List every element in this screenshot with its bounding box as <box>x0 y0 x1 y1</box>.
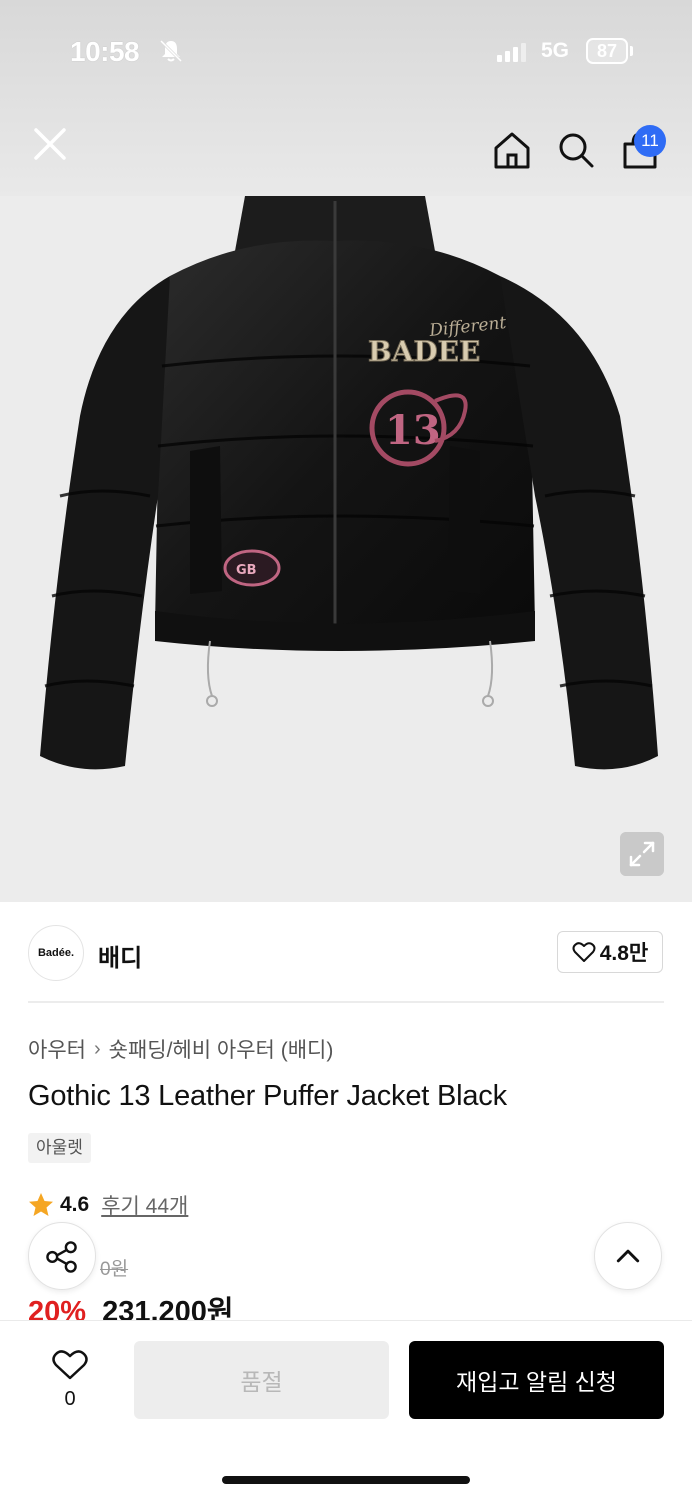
breadcrumb: 아우터 › 숏패딩/헤비 아우터 (배디) <box>28 1034 333 1064</box>
svg-text:GB: GB <box>236 563 257 578</box>
battery-nub <box>630 46 633 56</box>
status-time: 10:58 <box>70 36 140 67</box>
search-icon[interactable] <box>556 130 596 170</box>
restock-alert-button[interactable]: 재입고 알림 신청 <box>409 1341 664 1419</box>
original-price: 0원 <box>100 1259 129 1280</box>
divider <box>28 1001 664 1003</box>
network-type: 5G <box>541 39 570 62</box>
brand-logo[interactable]: Badée. <box>28 925 84 981</box>
scroll-top-icon[interactable] <box>594 1222 662 1290</box>
expand-image-icon[interactable] <box>620 832 664 876</box>
cart-count-badge: 11 <box>634 125 666 157</box>
battery-indicator: 87 <box>586 38 628 64</box>
outlet-tag: 아울렛 <box>28 1133 91 1163</box>
rating-score: 4.6 <box>60 1193 90 1216</box>
home-icon[interactable] <box>492 130 532 170</box>
wishlist-count: 0 <box>64 1388 76 1410</box>
close-icon[interactable] <box>28 122 72 166</box>
product-title: Gothic 13 Leather Puffer Jacket Black <box>28 1080 507 1112</box>
svg-text:13: 13 <box>385 407 441 454</box>
heart-icon <box>572 942 596 962</box>
star-icon <box>29 1193 53 1216</box>
breadcrumb-item-outer[interactable]: 아우터 <box>28 1034 86 1064</box>
brand-like-count: 4.8만 <box>599 942 649 965</box>
breadcrumb-item-category[interactable]: 숏패딩/헤비 아우터 (배디) <box>109 1034 334 1064</box>
svg-text:BADEE: BADEE <box>368 335 480 368</box>
soldout-button[interactable]: 품절 <box>134 1341 389 1419</box>
share-icon[interactable] <box>28 1222 96 1290</box>
rating-row: 4.6 후기 44개 <box>28 1190 188 1220</box>
signal-strength-icon <box>497 42 526 62</box>
brand-like-button[interactable]: 4.8만 <box>557 931 663 973</box>
chevron-right-icon: › <box>93 1037 101 1060</box>
silent-mode-icon <box>159 39 183 63</box>
home-indicator[interactable] <box>222 1476 470 1484</box>
review-count-link[interactable]: 후기 44개 <box>101 1190 188 1220</box>
brand-name[interactable]: 배디 <box>98 938 142 973</box>
product-image[interactable]: Different BADEE 13 GB <box>30 196 670 796</box>
